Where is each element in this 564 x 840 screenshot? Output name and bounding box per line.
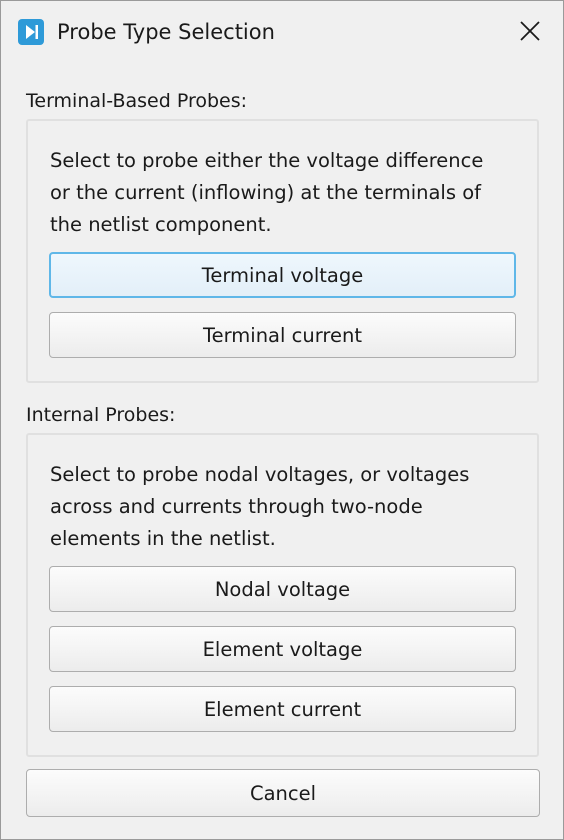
probe-type-dialog: Probe Type Selection Terminal-Based Prob… (0, 0, 564, 840)
cancel-button[interactable]: Cancel (26, 769, 540, 817)
play-to-end-icon (18, 19, 44, 45)
description-line: the netlist component. (50, 213, 272, 236)
title-bar: Probe Type Selection (1, 1, 563, 61)
description-line: or the current (inflowing) at the termin… (50, 181, 481, 204)
terminal-voltage-button[interactable]: Terminal voltage (49, 252, 516, 298)
description-line: elements in the netlist. (50, 527, 276, 550)
internal-section-label: Internal Probes: (26, 404, 176, 426)
description-line: Select to probe either the voltage diffe… (50, 149, 484, 172)
terminal-description: Select to probe either the voltage diffe… (50, 145, 520, 241)
close-button[interactable] (507, 11, 553, 51)
element-current-button[interactable]: Element current (49, 686, 516, 732)
description-line: across and currents through two-node (50, 495, 423, 518)
close-icon (520, 21, 540, 41)
window-title: Probe Type Selection (57, 20, 275, 44)
nodal-voltage-button[interactable]: Nodal voltage (49, 566, 516, 612)
terminal-section-label: Terminal-Based Probes: (26, 90, 248, 112)
element-voltage-button[interactable]: Element voltage (49, 626, 516, 672)
internal-description: Select to probe nodal voltages, or volta… (50, 459, 520, 555)
description-line: Select to probe nodal voltages, or volta… (50, 463, 470, 486)
terminal-current-button[interactable]: Terminal current (49, 312, 516, 358)
